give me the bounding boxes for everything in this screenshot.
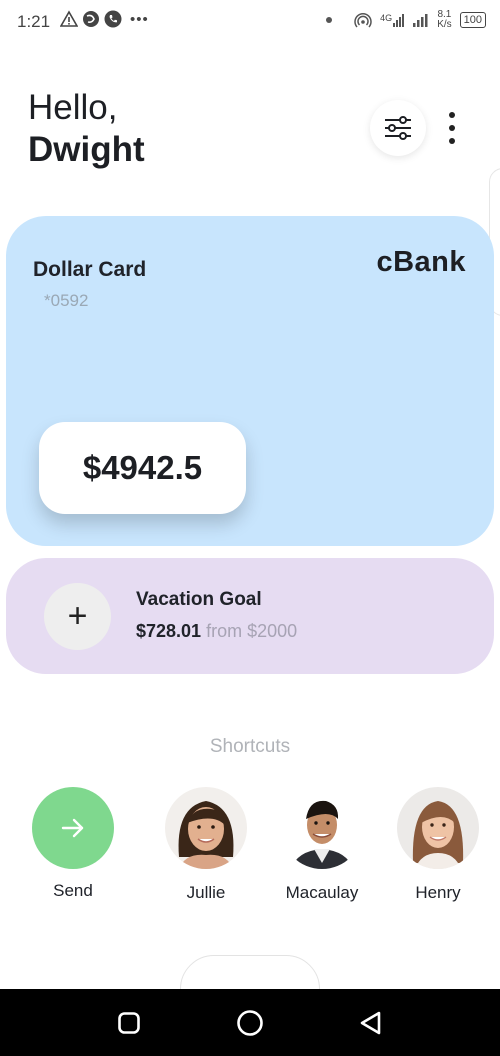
recent-apps-icon[interactable] xyxy=(115,1009,143,1037)
shortcut-contact-henry[interactable]: Henry xyxy=(378,787,498,903)
bank-logo: cBank xyxy=(376,246,466,278)
vacation-goal-card[interactable]: + Vacation Goal $728.01 from $2000 xyxy=(6,558,494,674)
shortcut-contact-jullie[interactable]: Jullie xyxy=(146,787,266,903)
warning-icon xyxy=(60,10,78,27)
shortcut-label: Send xyxy=(53,881,93,900)
signal-4g-icon: 4G xyxy=(380,13,405,27)
more-notifications-icon: ••• xyxy=(130,10,149,28)
goal-target: from $2000 xyxy=(206,621,298,641)
goal-title: Vacation Goal xyxy=(136,589,262,610)
avatar[interactable] xyxy=(165,787,247,869)
card-balance: $4942.5 xyxy=(39,422,246,514)
goal-amount: $728.01 xyxy=(136,621,202,641)
navigation-bar xyxy=(0,989,500,1056)
dollar-card[interactable]: Dollar Card *0592 cBank $4942.5 xyxy=(6,216,494,546)
shortcuts-title: Shortcuts xyxy=(209,736,291,757)
home-icon[interactable] xyxy=(236,1009,264,1037)
sliders-icon xyxy=(385,116,411,140)
phone-call-icon xyxy=(104,10,122,28)
back-icon[interactable] xyxy=(357,1009,385,1037)
indicator-dot-icon xyxy=(326,17,333,23)
user-name: Dwight xyxy=(28,130,145,169)
shortcut-send[interactable]: Send xyxy=(13,787,133,901)
hotspot-icon xyxy=(354,12,372,28)
battery-icon: 100 xyxy=(459,12,486,28)
filter-button[interactable] xyxy=(370,100,426,156)
card-number: *0592 xyxy=(44,291,89,310)
arrow-right-icon xyxy=(61,818,84,838)
greeting-text: Hello, xyxy=(28,88,118,127)
goal-progress: $728.01 from $2000 xyxy=(136,621,297,642)
status-bar: 1:21 ••• 4G 8.1 K/s 100 xyxy=(0,0,500,44)
network-type: 4G xyxy=(380,13,393,23)
notification-icons: ••• xyxy=(60,10,149,28)
app-notification-icon xyxy=(83,11,99,27)
shortcut-label: Jullie xyxy=(186,883,226,902)
card-title: Dollar Card xyxy=(33,258,147,281)
shortcut-label: Henry xyxy=(415,883,461,902)
system-icons: 4G 8.1 K/s 100 xyxy=(326,10,486,30)
signal-bars-icon xyxy=(413,14,428,27)
shortcut-contact-macaulay[interactable]: Macaulay xyxy=(262,787,382,903)
network-speed: 8.1 K/s xyxy=(437,9,452,30)
greeting: Hello, Dwight xyxy=(28,88,145,170)
shortcut-label: Macaulay xyxy=(285,883,359,902)
send-button[interactable] xyxy=(32,787,114,869)
status-time: 1:21 xyxy=(17,12,51,31)
avatar[interactable] xyxy=(281,787,363,869)
add-goal-button[interactable]: + xyxy=(44,583,111,650)
more-options-icon[interactable] xyxy=(440,108,464,148)
avatar[interactable] xyxy=(397,787,479,869)
